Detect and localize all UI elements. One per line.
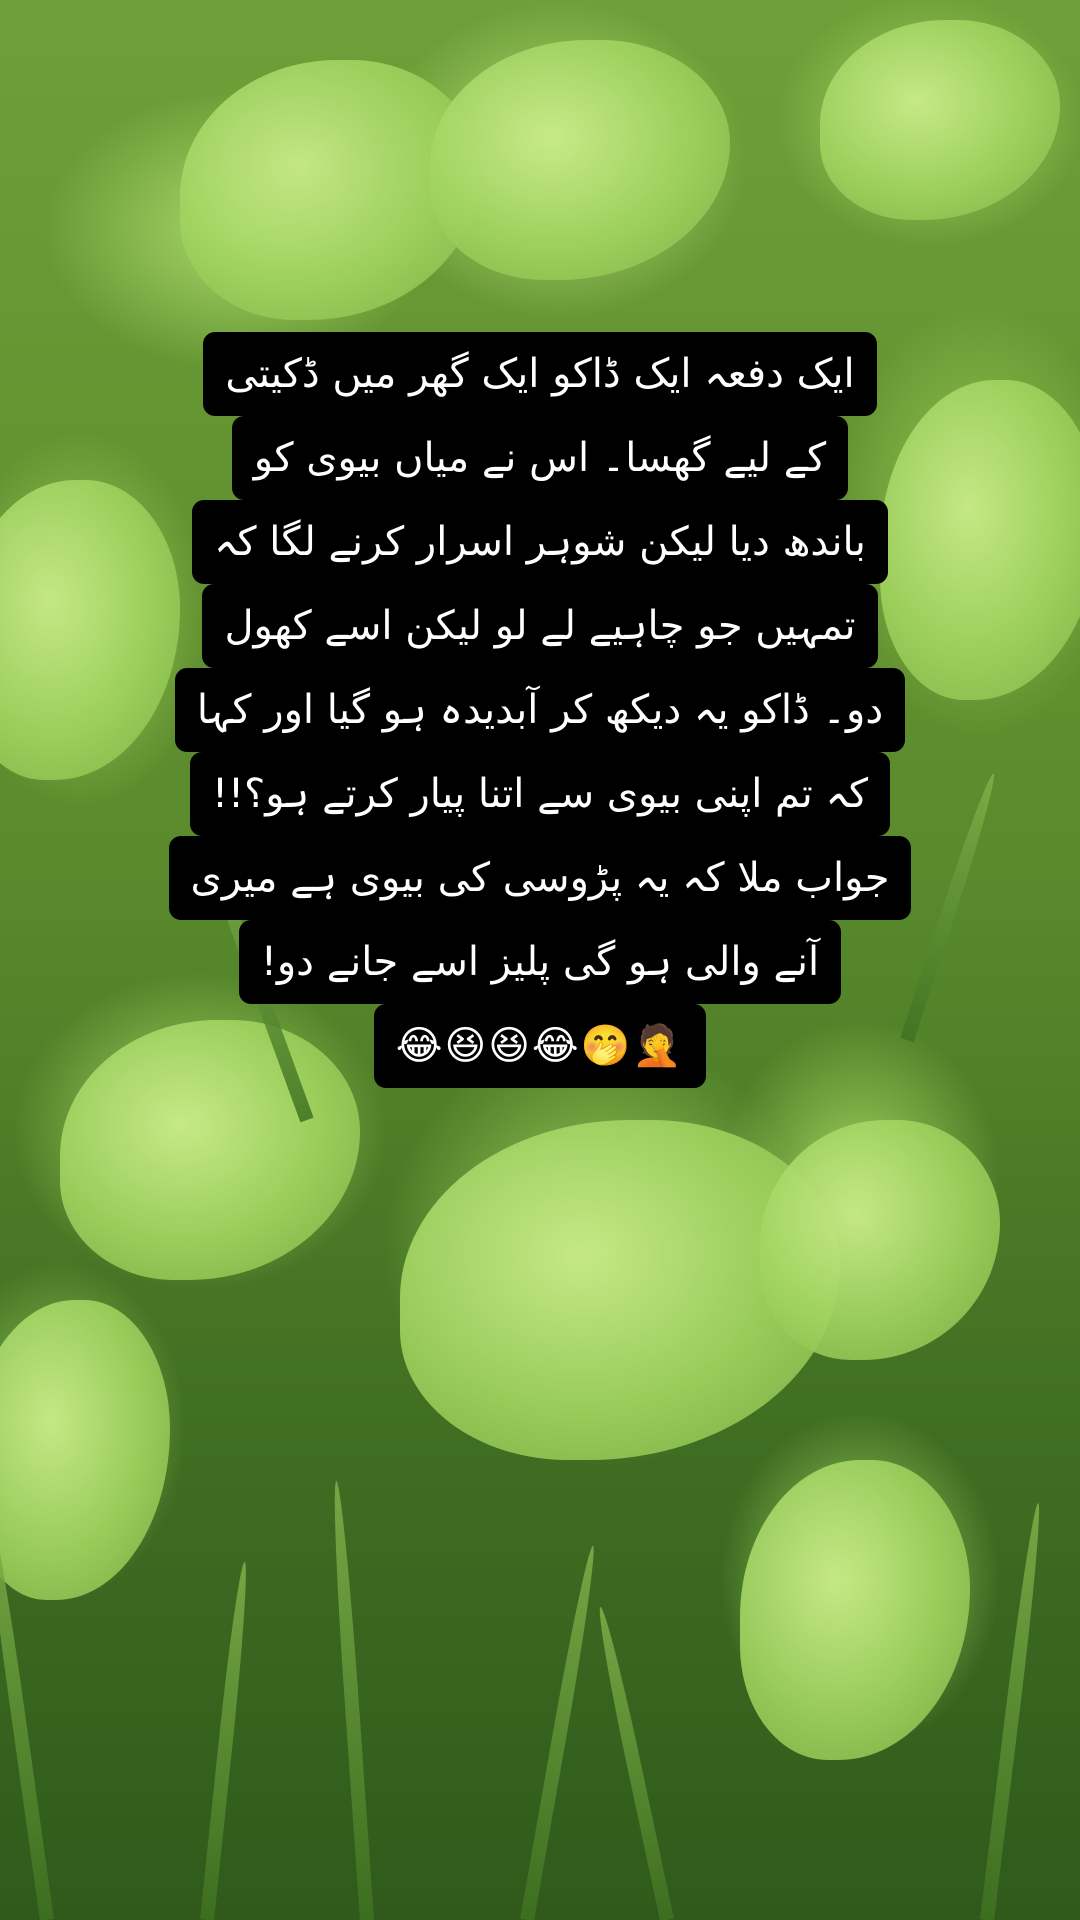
- caption-overlay: ایک دفعہ ایک ڈاکو ایک گھر میں ڈکیتی کے ل…: [120, 332, 960, 1088]
- grass-blade: [593, 1605, 674, 1920]
- caption-line: آنے والی ہو گی پلیز اسے جانے دو!: [238, 920, 842, 1004]
- caption-line: ایک دفعہ ایک ڈاکو ایک گھر میں ڈکیتی: [203, 332, 877, 416]
- caption-line: کہ تم اپنی بیوی سے اتنا پیار کرتے ہو؟!!: [189, 752, 891, 836]
- foliage-leaf: [740, 1460, 970, 1760]
- foliage-leaf: [760, 1120, 1000, 1360]
- grass-blade: [329, 1480, 374, 1920]
- caption-line: تمہیں جو چاہیے لے لو لیکن اسے کھول: [202, 584, 878, 668]
- foliage-leaf: [820, 20, 1060, 220]
- grass-blade: [200, 1561, 252, 1920]
- caption-emoji-line: 😂😆😆😂🤭🤦: [373, 1004, 707, 1088]
- foliage-leaf: [0, 1300, 170, 1600]
- caption-line: باندھ دیا لیکن شوہر اسرار کرنے لگا کہ: [192, 500, 888, 584]
- foliage-leaf: [430, 40, 730, 280]
- grass-blade: [520, 1544, 600, 1920]
- caption-line: دو۔ ڈاکو یہ دیکھ کر آبدیدہ ہو گیا اور کہ…: [174, 668, 906, 752]
- grass-blade: [980, 1502, 1046, 1920]
- caption-line: جواب ملا کہ یہ پڑوسی کی بیوی ہے میری: [168, 836, 912, 920]
- caption-line: کے لیے گھسا۔ اس نے میاں بیوی کو: [231, 416, 849, 500]
